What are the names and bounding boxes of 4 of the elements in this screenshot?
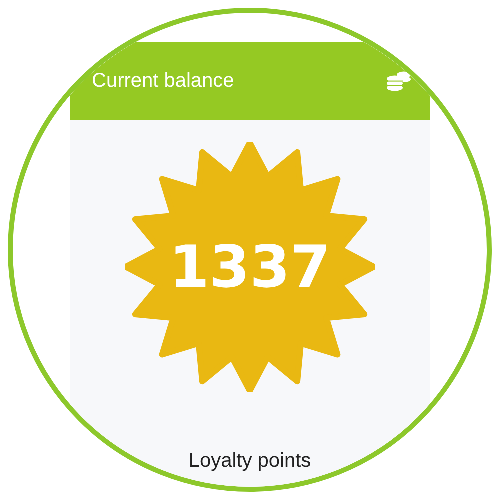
points-caption: Loyalty points xyxy=(188,450,312,473)
points-value: 1337 xyxy=(168,234,332,300)
card-title: Current balance xyxy=(92,70,234,92)
coins-icon xyxy=(386,70,412,92)
